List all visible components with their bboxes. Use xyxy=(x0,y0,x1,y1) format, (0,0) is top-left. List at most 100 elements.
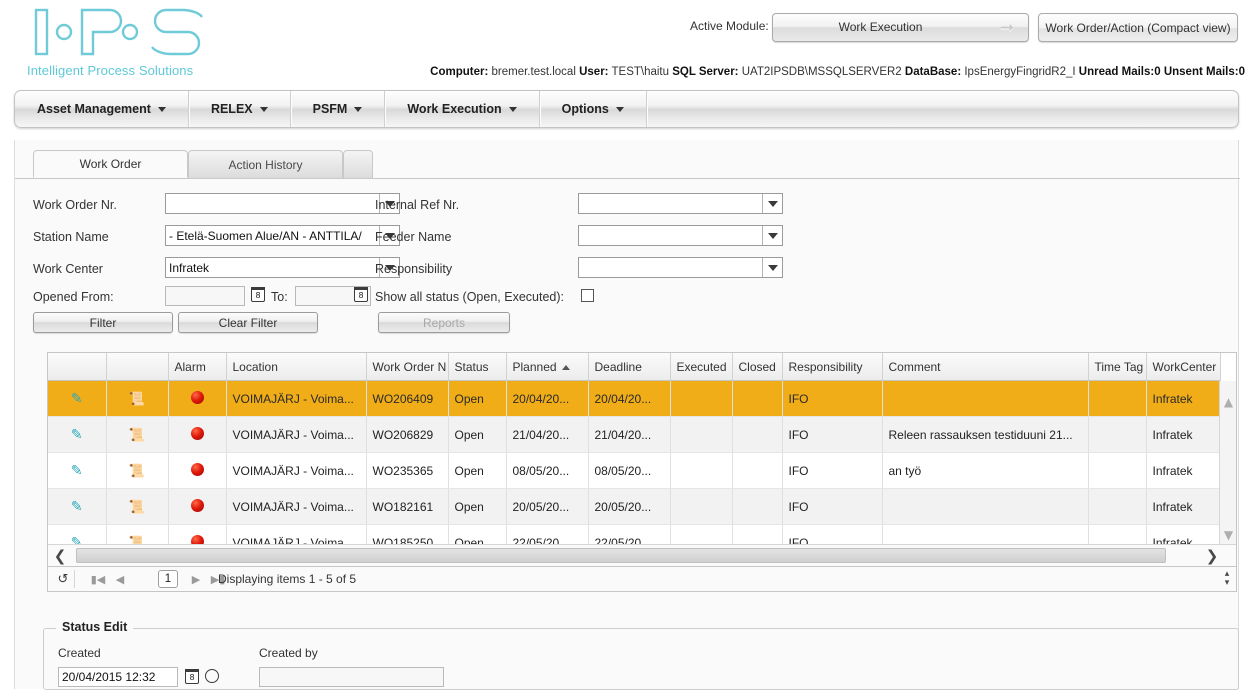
first-page-icon[interactable]: ▮◀ xyxy=(90,571,106,588)
row-closed xyxy=(732,380,783,417)
scroll-left-icon[interactable]: ❮ xyxy=(48,545,72,566)
opened-from-input[interactable] xyxy=(165,286,245,306)
tab-work-order[interactable]: Work Order xyxy=(33,150,188,178)
work-order-nr-combo[interactable] xyxy=(165,193,400,214)
col-responsibility[interactable]: Responsibility xyxy=(782,353,883,381)
col-work-order-nr[interactable]: Work Order N xyxy=(366,353,449,381)
menu-work-execution[interactable]: Work Execution xyxy=(385,91,540,127)
col-status[interactable]: Status xyxy=(448,353,507,381)
internal-ref-nr-combo[interactable] xyxy=(578,193,783,214)
row-planned: 20/05/20... xyxy=(506,488,589,525)
feeder-name-combo[interactable] xyxy=(578,225,783,246)
reports-button[interactable]: Reports xyxy=(378,312,510,333)
calendar-icon[interactable]: 8 xyxy=(354,287,368,302)
sort-asc-icon xyxy=(561,364,570,370)
status-edit-legend: Status Edit xyxy=(56,620,134,634)
work-center-combo[interactable]: Infratek xyxy=(165,257,400,278)
tab-action-history[interactable]: Action History xyxy=(188,150,343,178)
clear-filter-button[interactable]: Clear Filter xyxy=(178,312,318,333)
clock-icon[interactable] xyxy=(205,669,219,683)
calendar-icon[interactable]: 8 xyxy=(185,669,199,684)
menu-options[interactable]: Options xyxy=(540,91,647,127)
pager-display-text: Displaying items 1 - 5 of 5 xyxy=(218,572,357,586)
chevron-down-icon xyxy=(354,106,363,112)
col-note[interactable] xyxy=(106,353,169,381)
pager-spinner[interactable]: ▴ ▾ xyxy=(1221,569,1233,589)
note-icon[interactable]: 📜 xyxy=(129,427,145,443)
refresh-icon[interactable]: ↺ xyxy=(52,570,75,588)
grid-horizontal-scrollbar[interactable]: ❮ ❯ xyxy=(48,544,1236,566)
row-location: VOIMAJÄRJ - Voima... xyxy=(226,488,367,525)
col-alarm[interactable]: Alarm xyxy=(168,353,227,381)
scroll-down-icon[interactable]: ▼ xyxy=(1220,526,1236,543)
scroll-up-icon[interactable]: ▲ xyxy=(1220,393,1236,410)
work-order-nr-label: Work Order Nr. xyxy=(33,198,117,212)
responsibility-combo[interactable] xyxy=(578,257,783,278)
menu-relex[interactable]: RELEX xyxy=(189,91,291,127)
table-row[interactable]: ✎ 📜 VOIMAJÄRJ - Voima... WO206829 Open 2… xyxy=(48,416,1221,453)
row-note-cell[interactable]: 📜 xyxy=(106,380,169,417)
row-edit-cell[interactable]: ✎ xyxy=(48,380,107,417)
calendar-icon[interactable]: 8 xyxy=(251,287,265,302)
row-closed xyxy=(732,452,783,489)
row-comment xyxy=(882,380,1089,417)
red-alarm-dot-icon xyxy=(190,390,204,404)
filter-button[interactable]: Filter xyxy=(33,312,173,333)
row-location: VOIMAJÄRJ - Voima... xyxy=(226,380,367,417)
pencil-icon[interactable]: ✎ xyxy=(71,498,83,515)
spinner-down-icon[interactable]: ▾ xyxy=(1225,579,1230,588)
computer-label: Computer: xyxy=(430,66,489,78)
active-module-button[interactable]: Work Execution ➞ xyxy=(772,13,1029,42)
pencil-icon[interactable]: ✎ xyxy=(71,462,83,479)
row-note-cell[interactable]: 📜 xyxy=(106,488,169,525)
table-row[interactable]: ✎ 📜 VOIMAJÄRJ - Voima... WO206409 Open 2… xyxy=(48,380,1221,417)
grid-vertical-scrollbar[interactable]: ▲ ▼ xyxy=(1219,381,1236,566)
application-window: Intelligent Process Solutions Active Mod… xyxy=(0,0,1253,690)
table-row[interactable]: ✎ 📜 VOIMAJÄRJ - Voima... WO182161 Open 2… xyxy=(48,488,1221,525)
row-location: VOIMAJÄRJ - Voima... xyxy=(226,416,367,453)
col-time-tag[interactable]: Time Tag xyxy=(1088,353,1147,381)
row-location: VOIMAJÄRJ - Voima... xyxy=(226,452,367,489)
user-value: TEST\haitu xyxy=(611,66,670,78)
created-by-input[interactable] xyxy=(259,667,444,687)
row-responsibility: IFO xyxy=(782,488,883,525)
col-edit[interactable] xyxy=(48,353,107,381)
pencil-icon[interactable]: ✎ xyxy=(71,426,83,443)
menu-psfm[interactable]: PSFM xyxy=(291,91,386,127)
chevron-down-icon[interactable] xyxy=(762,258,782,277)
ipos-logo xyxy=(34,8,203,56)
col-location[interactable]: Location xyxy=(226,353,367,381)
row-edit-cell[interactable]: ✎ xyxy=(48,452,107,489)
menu-asset-management[interactable]: Asset Management xyxy=(15,91,189,127)
row-planned: 20/04/20... xyxy=(506,380,589,417)
table-row[interactable]: ✎ 📜 VOIMAJÄRJ - Voima... WO235365 Open 0… xyxy=(48,452,1221,489)
col-executed[interactable]: Executed xyxy=(670,353,733,381)
row-edit-cell[interactable]: ✎ xyxy=(48,488,107,525)
page-number-input[interactable]: 1 xyxy=(158,570,178,588)
col-deadline[interactable]: Deadline xyxy=(588,353,671,381)
note-icon[interactable]: 📜 xyxy=(129,463,145,479)
chevron-down-icon[interactable] xyxy=(762,226,782,245)
show-all-status-checkbox[interactable] xyxy=(581,289,594,302)
responsibility-label: Responsibility xyxy=(375,262,453,276)
pencil-icon[interactable]: ✎ xyxy=(71,390,83,407)
station-name-combo[interactable]: - Etelä-Suomen Alue/AN - ANTTILA/ xyxy=(165,225,400,246)
compact-view-button[interactable]: Work Order/Action (Compact view) xyxy=(1038,13,1238,42)
col-planned[interactable]: Planned xyxy=(506,353,589,381)
scroll-right-icon[interactable]: ❯ xyxy=(1200,545,1224,566)
created-value: 20/04/2015 12:32 xyxy=(62,670,156,684)
col-comment[interactable]: Comment xyxy=(882,353,1089,381)
created-by-label: Created by xyxy=(259,646,318,660)
row-note-cell[interactable]: 📜 xyxy=(106,452,169,489)
next-page-icon[interactable]: ▶ xyxy=(188,571,204,588)
row-status: Open xyxy=(448,416,507,453)
horizontal-scroll-thumb[interactable] xyxy=(76,548,1166,563)
note-icon[interactable]: 📜 xyxy=(129,499,145,515)
col-work-center[interactable]: WorkCenter xyxy=(1146,353,1221,381)
prev-page-icon[interactable]: ◀ xyxy=(112,571,128,588)
chevron-down-icon[interactable] xyxy=(762,194,782,213)
row-edit-cell[interactable]: ✎ xyxy=(48,416,107,453)
note-icon[interactable]: 📜 xyxy=(129,391,145,407)
col-closed[interactable]: Closed xyxy=(732,353,783,381)
row-note-cell[interactable]: 📜 xyxy=(106,416,169,453)
